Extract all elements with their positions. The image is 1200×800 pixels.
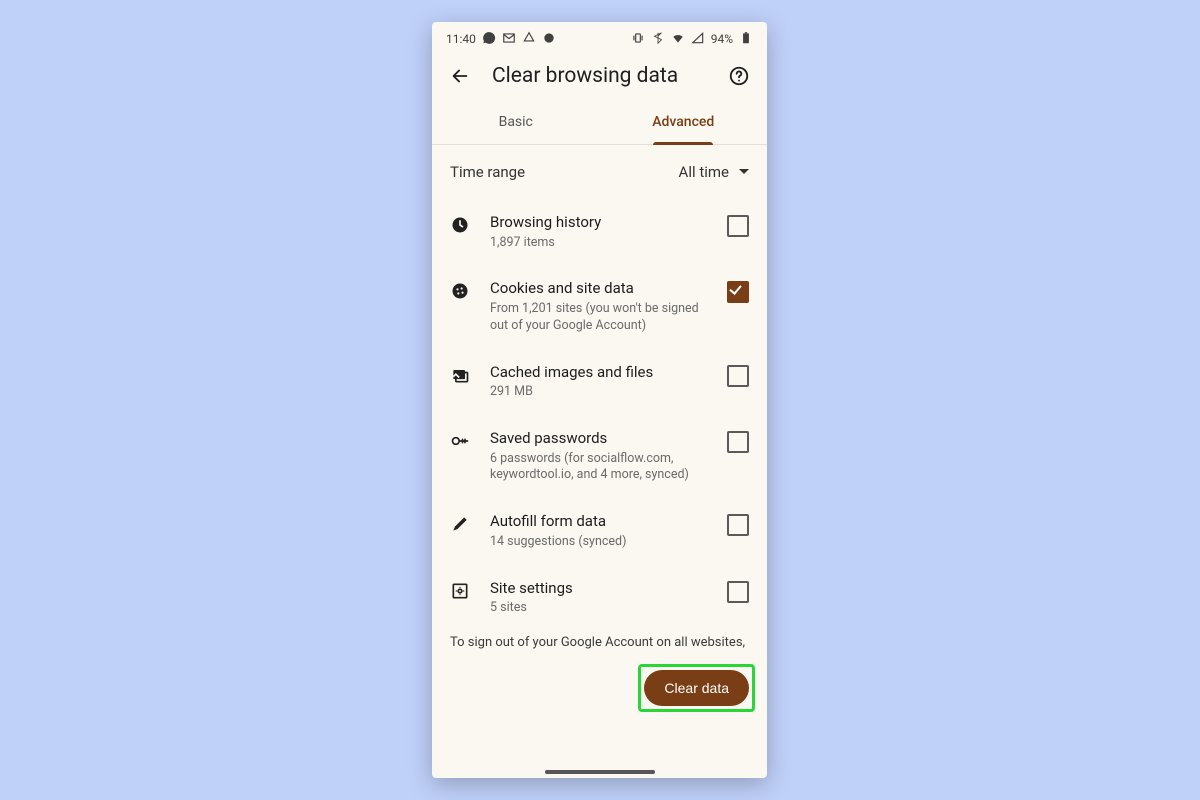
- data-type-list: Browsing history 1,897 items Cookies and…: [432, 199, 767, 631]
- shazam-icon: [542, 31, 556, 48]
- help-button[interactable]: [725, 62, 753, 90]
- checkbox-site-settings[interactable]: [727, 581, 749, 603]
- chevron-down-icon: [739, 167, 749, 177]
- time-range-label: Time range: [450, 163, 679, 181]
- checkbox-passwords[interactable]: [727, 431, 749, 453]
- whatsapp-icon: [482, 31, 496, 48]
- item-title: Cached images and files: [490, 363, 709, 383]
- clock-icon: [450, 215, 472, 237]
- item-subtitle: 5 sites: [490, 600, 709, 617]
- item-title: Saved passwords: [490, 429, 709, 449]
- signout-note: To sign out of your Google Account on al…: [432, 631, 767, 654]
- item-site-settings[interactable]: Site settings 5 sites: [432, 565, 767, 631]
- item-autofill[interactable]: Autofill form data 14 suggestions (synce…: [432, 498, 767, 564]
- page-title: Clear browsing data: [492, 64, 707, 88]
- item-title: Site settings: [490, 579, 709, 599]
- arrow-back-icon: [449, 65, 471, 87]
- image-icon: [450, 365, 472, 387]
- wifi-icon: [671, 31, 685, 48]
- gmail-icon: [502, 31, 516, 48]
- drive-icon: [522, 31, 536, 48]
- clear-data-button[interactable]: Clear data: [644, 670, 749, 706]
- tabs: Basic Advanced: [432, 100, 767, 145]
- status-bar: 11:40 94%: [432, 22, 767, 52]
- time-range-value: All time: [679, 163, 729, 181]
- battery-icon: [739, 31, 753, 48]
- item-subtitle: 14 suggestions (synced): [490, 534, 709, 551]
- item-title: Autofill form data: [490, 512, 709, 532]
- button-row: Clear data: [432, 654, 767, 722]
- item-cache[interactable]: Cached images and files 291 MB: [432, 349, 767, 415]
- app-bar: Clear browsing data: [432, 52, 767, 100]
- status-time: 11:40: [446, 32, 476, 46]
- item-browsing-history[interactable]: Browsing history 1,897 items: [432, 199, 767, 265]
- item-title: Browsing history: [490, 213, 709, 233]
- item-subtitle: 6 passwords (for socialflow.com, keyword…: [490, 451, 709, 485]
- checkbox-browsing-history[interactable]: [727, 215, 749, 237]
- item-subtitle: From 1,201 sites (you won't be signed ou…: [490, 301, 709, 335]
- back-button[interactable]: [446, 62, 474, 90]
- phone-frame: 11:40 94% Clear browsing data: [432, 22, 767, 778]
- pencil-icon: [450, 514, 472, 536]
- item-subtitle: 291 MB: [490, 384, 709, 401]
- site-settings-icon: [450, 581, 472, 603]
- nav-pill: [545, 770, 655, 774]
- item-title: Cookies and site data: [490, 279, 709, 299]
- vibrate-icon: [631, 31, 645, 48]
- key-icon: [450, 431, 472, 453]
- signal-icon: [691, 31, 705, 48]
- bluetooth-icon: [651, 31, 665, 48]
- checkbox-autofill[interactable]: [727, 514, 749, 536]
- time-range-row: Time range All time: [432, 145, 767, 199]
- item-subtitle: 1,897 items: [490, 235, 709, 252]
- tab-basic[interactable]: Basic: [432, 100, 600, 144]
- tutorial-highlight: Clear data: [638, 664, 755, 712]
- help-icon: [728, 65, 750, 87]
- cookie-icon: [450, 281, 472, 303]
- item-cookies[interactable]: Cookies and site data From 1,201 sites (…: [432, 265, 767, 348]
- checkbox-cookies[interactable]: [727, 281, 749, 303]
- battery-percent: 94%: [711, 32, 733, 46]
- gesture-nav-bar[interactable]: [432, 770, 767, 774]
- checkbox-cache[interactable]: [727, 365, 749, 387]
- item-passwords[interactable]: Saved passwords 6 passwords (for socialf…: [432, 415, 767, 498]
- time-range-select[interactable]: All time: [679, 163, 749, 181]
- tab-advanced[interactable]: Advanced: [600, 100, 768, 144]
